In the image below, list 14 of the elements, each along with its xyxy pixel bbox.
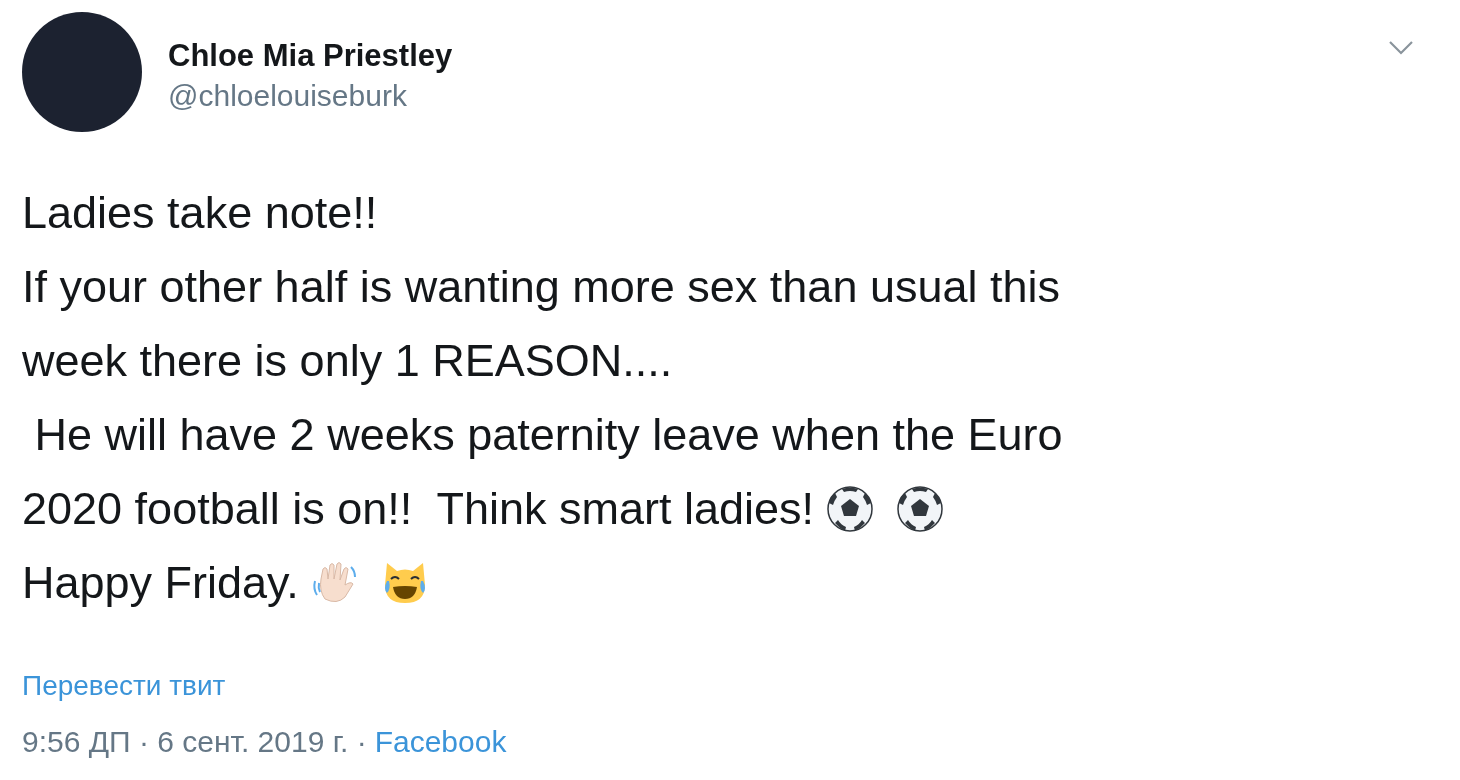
soccer-ball-icon bbox=[826, 485, 875, 533]
timestamp: 9:56 ДП · 6 сент. 2019 г. · bbox=[22, 724, 367, 760]
chevron-down-icon[interactable] bbox=[1388, 40, 1414, 56]
author-name[interactable]: Chloe Mia Priestley bbox=[168, 36, 453, 76]
tweet-text: Happy Friday. bbox=[22, 556, 299, 610]
tweet-text: If your other half is wanting more sex than usual this bbox=[22, 260, 1061, 314]
source-link[interactable]: Facebook bbox=[374, 722, 507, 762]
soccer-ball-icon bbox=[896, 485, 945, 533]
author-handle[interactable]: @chloelouiseburk bbox=[168, 76, 453, 116]
tweet-text: Ladies take note!! bbox=[22, 186, 378, 240]
translate-link[interactable]: Перевести твит bbox=[22, 668, 226, 704]
tweet-text: 2020 football is on!! Think smart ladies! bbox=[22, 482, 815, 536]
tweet-text: He will have 2 weeks paternity leave when the Euro bbox=[33, 408, 1063, 462]
tweet-text: week there is only 1 REASON.... bbox=[22, 334, 673, 388]
